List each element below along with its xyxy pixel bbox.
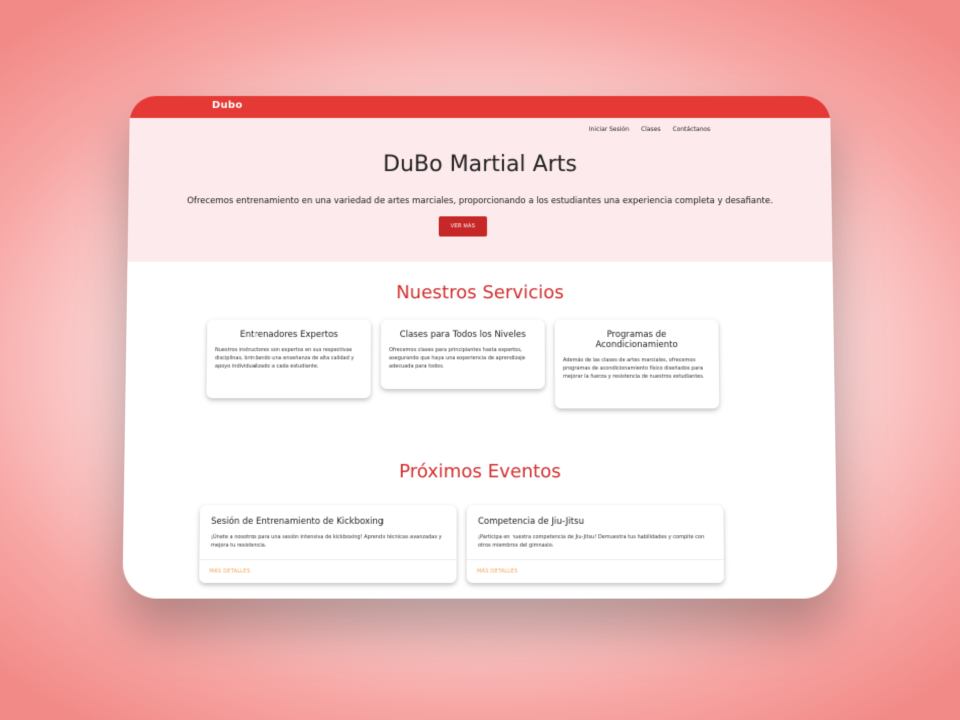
brand-logo[interactable]: Dubo bbox=[212, 100, 243, 111]
service-card-text: Además de las clases de artes marciales,… bbox=[555, 351, 719, 382]
events-title: Próximos Eventos bbox=[124, 461, 836, 483]
service-card-trainers: Entrenadores Expertos Nuestros instructo… bbox=[206, 320, 371, 399]
event-card-text: ¡Participa en nuestra competencia de Jiu… bbox=[467, 527, 724, 550]
more-details-link[interactable]: MÁS DETALLES bbox=[477, 568, 518, 574]
more-details-link[interactable]: MÁS DETALLES bbox=[209, 568, 250, 574]
service-card-text: Ofrecemos clases para principiantes hast… bbox=[381, 340, 545, 371]
event-card-jiujitsu: Competencia de Jiu-Jitsu ¡Participa en n… bbox=[467, 505, 724, 583]
main-nav: Iniciar Sesión Clases Contáctanos bbox=[589, 126, 710, 133]
nav-contact[interactable]: Contáctanos bbox=[673, 126, 711, 133]
event-card-kickboxing: Sesión de Entrenamiento de Kickboxing ¡Ú… bbox=[199, 505, 456, 583]
device-mockup: Dubo Iniciar Sesión Clases Contáctanos D… bbox=[122, 96, 837, 599]
service-card-title: Programas de Acondicionamiento bbox=[555, 320, 719, 351]
see-more-button[interactable]: VER MÁS bbox=[439, 216, 487, 236]
service-card-text: Nuestros instructores son expertos en su… bbox=[207, 340, 371, 371]
service-card-conditioning: Programas de Acondicionamiento Además de… bbox=[555, 320, 719, 409]
service-card-title: Entrenadores Expertos bbox=[207, 320, 371, 341]
service-card-title: Clases para Todos los Niveles bbox=[381, 320, 545, 341]
event-card-title: Sesión de Entrenamiento de Kickboxing bbox=[200, 505, 457, 527]
event-card-title: Competencia de Jiu-Jitsu bbox=[467, 505, 724, 527]
top-bar: Dubo bbox=[130, 96, 831, 118]
nav-classes[interactable]: Clases bbox=[641, 126, 661, 133]
browser-screen: Dubo Iniciar Sesión Clases Contáctanos D… bbox=[122, 96, 837, 599]
hero-subtitle: Ofrecemos entrenamiento en una variedad … bbox=[128, 196, 831, 206]
nav-login[interactable]: Iniciar Sesión bbox=[589, 126, 629, 133]
card-divider bbox=[467, 559, 724, 560]
hero-title: DuBo Martial Arts bbox=[129, 152, 831, 177]
hero-section: Iniciar Sesión Clases Contáctanos DuBo M… bbox=[127, 118, 832, 262]
services-title: Nuestros Servicios bbox=[127, 282, 833, 303]
service-card-all-levels: Clases para Todos los Niveles Ofrecemos … bbox=[381, 320, 545, 389]
card-divider bbox=[199, 559, 456, 560]
event-card-text: ¡Únete a nosotros para una sesión intens… bbox=[200, 527, 457, 550]
